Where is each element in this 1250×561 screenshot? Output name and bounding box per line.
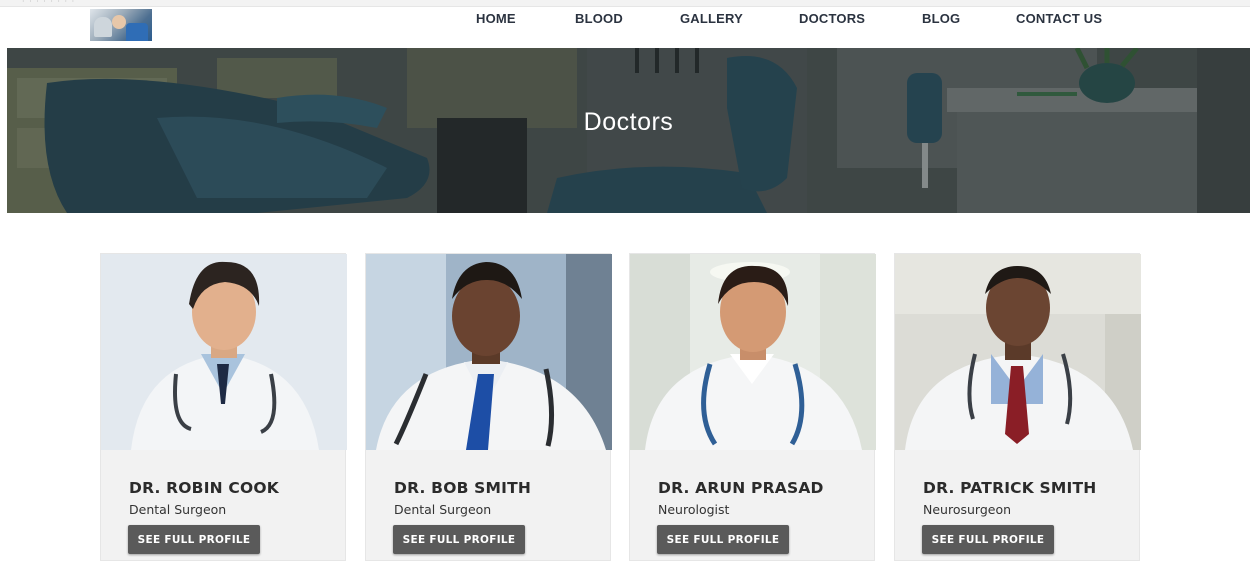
doctor-name: DR. ROBIN COOK — [129, 479, 279, 497]
doctor-name: DR. PATRICK SMITH — [923, 479, 1097, 497]
nav-item-contact-us[interactable]: CONTACT US — [1016, 11, 1102, 26]
site-header: HOME BLOOD GALLERY DOCTORS BLOG CONTACT … — [0, 7, 1250, 47]
see-full-profile-button[interactable]: SEE FULL PROFILE — [657, 525, 789, 554]
see-full-profile-button[interactable]: SEE FULL PROFILE — [922, 525, 1054, 554]
doctor-card: DR. PATRICK SMITH Neurosurgeon SEE FULL … — [894, 253, 1141, 561]
see-full-profile-button[interactable]: SEE FULL PROFILE — [393, 525, 525, 554]
doctor-name: DR. BOB SMITH — [394, 479, 532, 497]
doctor-name: DR. ARUN PRASAD — [658, 479, 824, 497]
doctor-card: DR. ROBIN COOK Dental Surgeon SEE FULL P… — [100, 253, 347, 561]
doctor-photo — [630, 254, 876, 450]
doctor-specialty: Dental Surgeon — [129, 502, 227, 517]
nav-item-gallery[interactable]: GALLERY — [680, 11, 743, 26]
doctor-specialty: Neurosurgeon — [923, 502, 1012, 517]
doctor-specialty: Neurologist — [658, 502, 730, 517]
doctor-photo — [366, 254, 612, 450]
doctor-specialty: Dental Surgeon — [394, 502, 492, 517]
doctor-photo — [101, 254, 347, 450]
page-title: Doctors — [583, 108, 674, 136]
logo-shape — [112, 15, 126, 29]
doctor-photo — [895, 254, 1141, 450]
logo-shape — [126, 23, 148, 41]
logo-shape — [94, 17, 112, 37]
nav-item-doctors[interactable]: DOCTORS — [799, 11, 865, 26]
doctor-card: DR. BOB SMITH Dental Surgeon SEE FULL PR… — [365, 253, 612, 561]
nav-item-blood[interactable]: BLOOD — [575, 11, 623, 26]
see-full-profile-button[interactable]: SEE FULL PROFILE — [128, 525, 260, 554]
nav-item-home[interactable]: HOME — [476, 11, 516, 26]
hero-banner: Doctors — [7, 48, 1250, 213]
address-bar-remnant: · · · · · · · · — [22, 0, 76, 6]
doctor-card: DR. ARUN PRASAD Neurologist SEE FULL PRO… — [629, 253, 876, 561]
site-logo[interactable] — [90, 9, 152, 41]
browser-top-strip: · · · · · · · · — [0, 0, 1250, 7]
nav-item-blog[interactable]: BLOG — [922, 11, 960, 26]
